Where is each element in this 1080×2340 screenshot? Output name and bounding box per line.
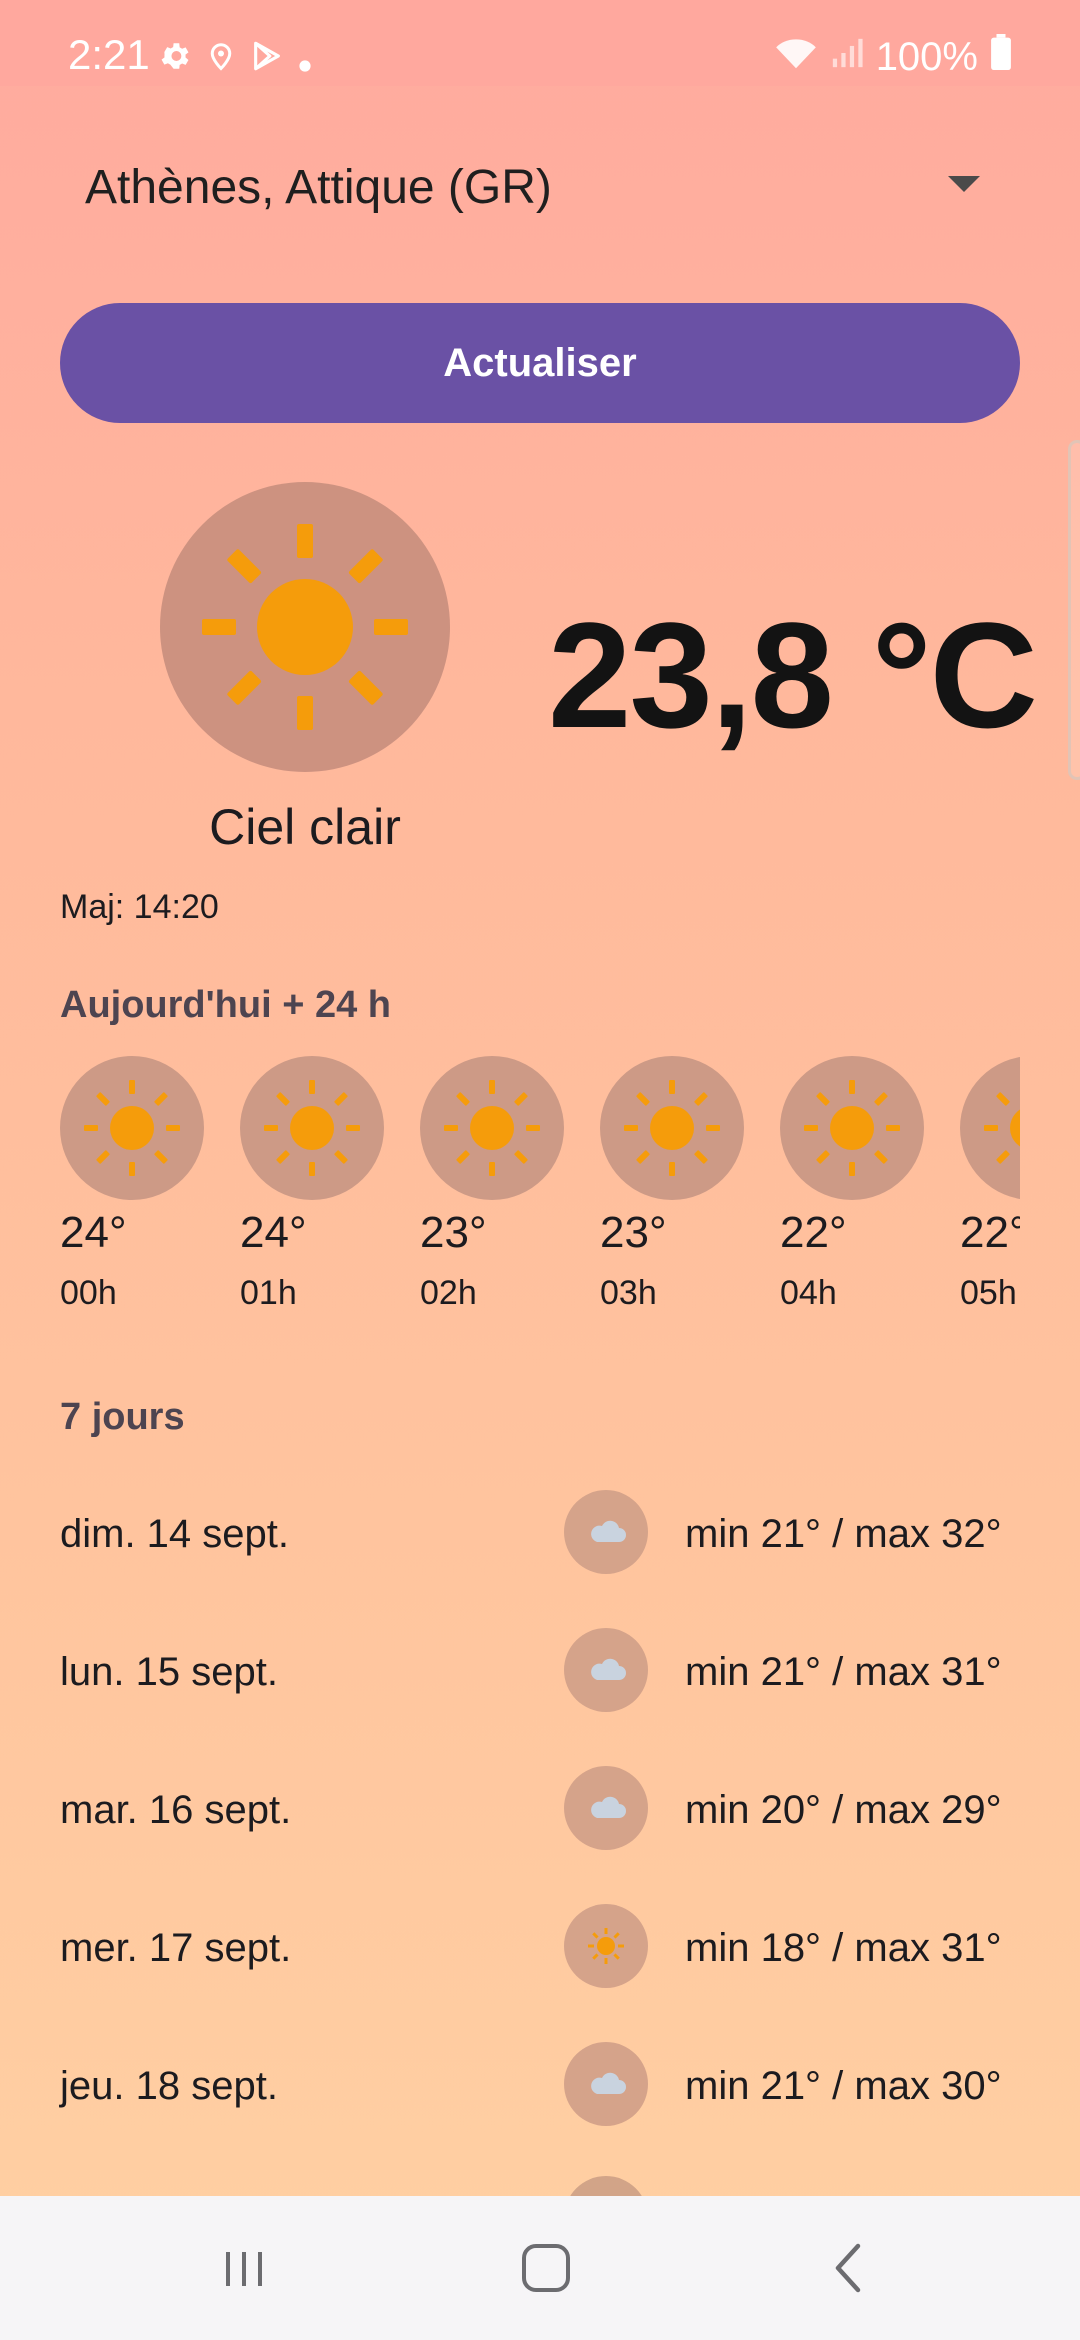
hourly-item: 22° 05h <box>960 1056 1020 1336</box>
hourly-temp: 23° <box>600 1208 667 1257</box>
hourly-hour: 04h <box>780 1274 837 1312</box>
recents-button[interactable] <box>144 2196 344 2340</box>
home-button[interactable] <box>446 2196 646 2340</box>
status-icons-right: 100% <box>774 34 1012 80</box>
current-temperature: 23,8 °C <box>548 591 1038 759</box>
cloud-icon <box>564 1490 648 1574</box>
daily-range: min 20° / max 29° <box>685 1788 1002 1832</box>
daily-row: mar. 16 sept. min 20° / max 29° <box>60 1760 1020 1860</box>
sun-icon <box>960 1056 1020 1200</box>
daily-range: min 21° / max 30° <box>685 2064 1002 2108</box>
hourly-item: 24° 01h <box>240 1056 390 1336</box>
current-condition: Ciel clair <box>209 799 401 855</box>
daily-day: jeu. 18 sept. <box>60 2064 278 2108</box>
refresh-button[interactable]: Actualiser <box>60 303 1020 423</box>
hourly-hour: 03h <box>600 1274 657 1312</box>
location-dropdown[interactable]: Athènes, Attique (GR) <box>60 140 1020 230</box>
daily-day: lun. 15 sept. <box>60 1650 278 1694</box>
system-nav-bar <box>0 2196 1080 2340</box>
daily-day: mar. 16 sept. <box>60 1788 292 1832</box>
location-pin-icon <box>206 38 236 83</box>
hourly-item: 24° 00h <box>60 1056 210 1336</box>
cloud-icon <box>564 1766 648 1850</box>
location-selected-text: Athènes, Attique (GR) <box>85 161 552 214</box>
notification-dot-icon <box>298 38 312 83</box>
daily-day: mer. 17 sept. <box>60 1926 292 1970</box>
back-icon <box>835 2243 861 2293</box>
daily-row: dim. 14 sept. min 21° / max 32° <box>60 1484 1020 1584</box>
refresh-button-label: Actualiser <box>443 340 637 385</box>
battery-percentage: 100% <box>875 35 978 79</box>
scroll-handle[interactable] <box>1068 440 1080 780</box>
daily-range: min 18° / max 31° <box>685 1926 1002 1970</box>
play-store-icon <box>250 38 284 83</box>
hourly-section-title: Aujourd'hui + 24 h <box>60 984 391 1026</box>
hourly-item: 22° 04h <box>780 1056 930 1336</box>
cloud-icon <box>564 2042 648 2126</box>
sun-icon <box>202 524 408 730</box>
hourly-forecast-list[interactable]: 24° 00h 24° 01h 23° 02h 23° 03h 22° 04h … <box>60 1056 1020 1336</box>
sun-icon <box>600 1056 744 1200</box>
hourly-temp: 24° <box>60 1208 127 1257</box>
daily-row: mer. 17 sept. min 18° / max 31° <box>60 1898 1020 1998</box>
home-icon <box>522 2244 570 2292</box>
status-bar: 2:21 100% <box>0 0 1080 86</box>
gear-icon <box>158 38 192 83</box>
daily-section-title: 7 jours <box>60 1396 185 1438</box>
status-time: 2:21 <box>68 31 150 78</box>
hourly-temp: 22° <box>780 1208 847 1257</box>
hourly-hour: 00h <box>60 1274 117 1312</box>
chevron-down-icon <box>948 176 980 192</box>
sun-icon <box>420 1056 564 1200</box>
hourly-item: 23° 02h <box>420 1056 570 1336</box>
hourly-hour: 01h <box>240 1274 297 1312</box>
hourly-temp: 24° <box>240 1208 307 1257</box>
hourly-hour: 05h <box>960 1274 1017 1312</box>
signal-icon <box>830 35 864 80</box>
status-icons-left <box>158 38 312 83</box>
battery-icon <box>990 34 1012 80</box>
sun-icon <box>60 1056 204 1200</box>
hourly-item: 23° 03h <box>600 1056 750 1336</box>
hourly-hour: 02h <box>420 1274 477 1312</box>
back-button[interactable] <box>750 2196 950 2340</box>
current-weather-icon <box>160 482 450 772</box>
recents-icon <box>226 2252 262 2286</box>
wifi-icon <box>774 34 818 80</box>
daily-range: min 21° / max 32° <box>685 1512 1002 1556</box>
hourly-temp: 23° <box>420 1208 487 1257</box>
daily-range: min 21° / max 31° <box>685 1650 1002 1694</box>
daily-row: jeu. 18 sept. min 21° / max 30° <box>60 2036 1020 2136</box>
last-updated: Maj: 14:20 <box>60 888 219 926</box>
hourly-temp: 22° <box>960 1208 1020 1257</box>
daily-row: lun. 15 sept. min 21° / max 31° <box>60 1622 1020 1722</box>
sun-icon <box>780 1056 924 1200</box>
sun-icon <box>240 1056 384 1200</box>
daily-day: dim. 14 sept. <box>60 1512 290 1556</box>
sun-icon <box>564 1904 648 1988</box>
cloud-icon <box>564 1628 648 1712</box>
